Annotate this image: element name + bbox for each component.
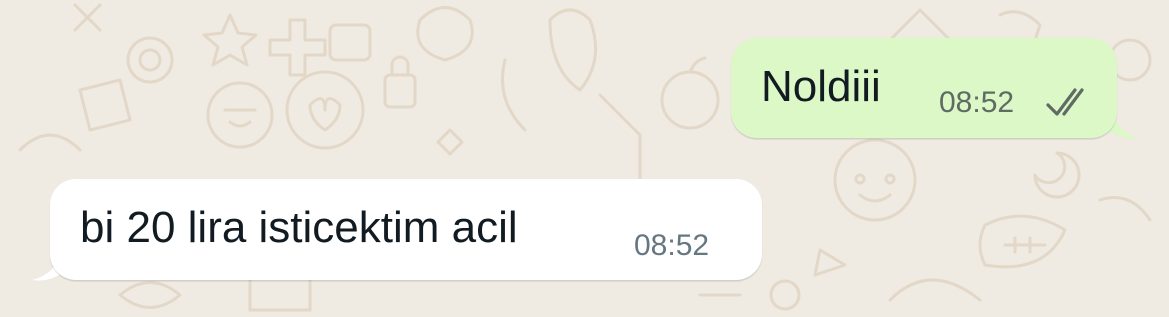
incoming-message-bubble[interactable]: bi 20 lira isticektim acil 08:52 xyxy=(50,179,762,280)
message-timestamp: 08:52 xyxy=(634,229,710,262)
message-text: bi 20 lira isticektim acil xyxy=(80,203,518,252)
double-check-icon xyxy=(1046,88,1084,116)
outgoing-message-bubble[interactable]: Noldiii 08:52 xyxy=(731,38,1117,138)
message-timestamp: 08:52 xyxy=(939,86,1015,119)
message-text: Noldiii xyxy=(761,62,881,111)
